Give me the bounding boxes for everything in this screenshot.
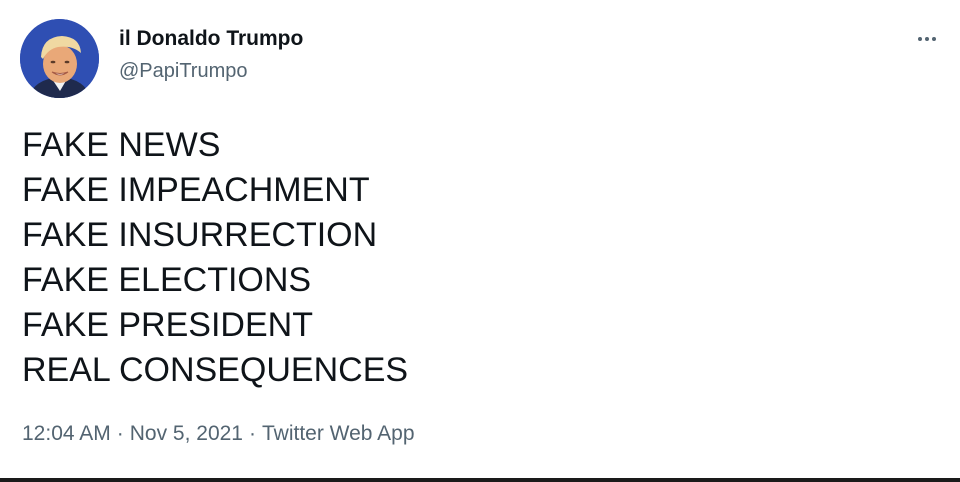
meta-separator: ·	[116, 422, 124, 445]
user-handle[interactable]: @PapiTrumpo	[119, 60, 248, 83]
tweet-line: REAL CONSEQUENCES	[22, 351, 409, 389]
tweet-card: il Donaldo Trumpo @PapiTrumpo FAKE NEWS …	[0, 0, 960, 482]
profile-avatar-image	[20, 19, 99, 98]
tweet-line: FAKE PRESIDENT	[22, 306, 313, 344]
tweet-line: FAKE ELECTIONS	[22, 261, 312, 299]
display-name[interactable]: il Donaldo Trumpo	[119, 27, 303, 51]
tweet-line: FAKE IMPEACHMENT	[22, 171, 370, 209]
tweet-source-link[interactable]: Twitter Web App	[262, 422, 415, 445]
avatar[interactable]	[20, 19, 99, 98]
tweet-text: FAKE NEWS FAKE IMPEACHMENT FAKE INSURREC…	[22, 123, 408, 393]
more-horizontal-icon	[918, 37, 936, 41]
tweet-time-link[interactable]: 12:04 AM	[22, 422, 111, 445]
tweet-line: FAKE INSURRECTION	[22, 216, 378, 254]
more-options-button[interactable]	[912, 24, 942, 54]
meta-separator: ·	[248, 422, 256, 445]
tweet-metadata: 12:04 AM · Nov 5, 2021 · Twitter Web App	[22, 422, 415, 446]
tweet-line: FAKE NEWS	[22, 126, 221, 164]
tweet-date-link[interactable]: Nov 5, 2021	[130, 422, 243, 445]
